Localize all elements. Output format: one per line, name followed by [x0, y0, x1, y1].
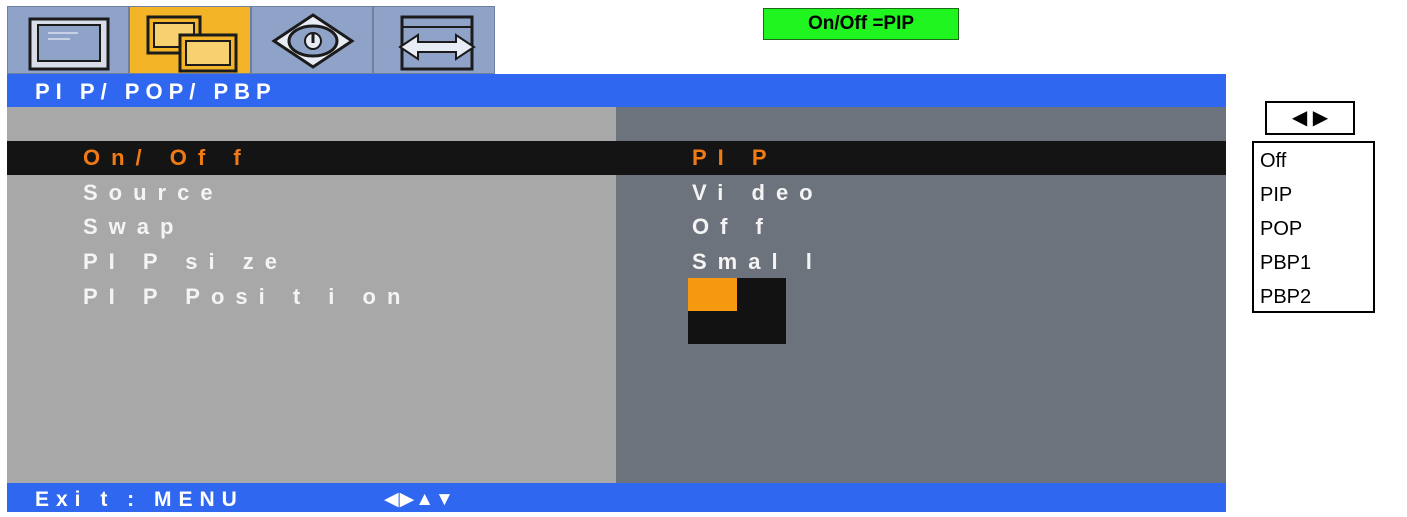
resize-arrows-icon: [398, 15, 476, 71]
menu-value-source[interactable]: Vi deo: [692, 180, 824, 206]
option-pbp1[interactable]: PBP1: [1254, 245, 1373, 279]
option-list: Off PIP POP PBP1 PBP2: [1252, 141, 1375, 313]
option-pbp2[interactable]: PBP2: [1254, 279, 1373, 313]
option-off[interactable]: Off: [1254, 143, 1373, 177]
eye-icon: [271, 13, 355, 69]
monitor-icon: [28, 17, 110, 71]
tab-setup[interactable]: [251, 6, 373, 74]
menu-value-pip-size[interactable]: Smal l: [692, 249, 823, 275]
footer-bar: Exi t : MENU ◀▶▲▼: [7, 483, 1226, 512]
option-pop[interactable]: POP: [1254, 211, 1373, 245]
tab-picture[interactable]: [7, 6, 129, 74]
pip-position-preview[interactable]: [688, 278, 786, 344]
menu-item-swap[interactable]: Swap: [83, 214, 184, 240]
option-pip[interactable]: PIP: [1254, 177, 1373, 211]
pip-windows-icon: [146, 15, 238, 73]
menu-item-pip-size[interactable]: PI P si ze: [83, 249, 288, 275]
menu-value-swap[interactable]: Of f: [692, 214, 774, 240]
menu-item-source[interactable]: Source: [83, 180, 224, 206]
pip-position-marker: [688, 278, 737, 311]
tab-aspect[interactable]: [373, 6, 495, 74]
menu-item-pip-position[interactable]: PI P Posi t i on: [83, 284, 411, 310]
left-right-arrows-icon: ◀ ▶: [1265, 101, 1355, 135]
menu-item-on-off[interactable]: On/ Of f: [83, 145, 252, 171]
tab-pip[interactable]: [129, 6, 251, 74]
menu-title: PI P/ POP/ PBP: [7, 74, 1226, 107]
status-indicator: On/Off =PIP: [763, 8, 959, 40]
menu-value-on-off[interactable]: PI P: [692, 145, 778, 171]
